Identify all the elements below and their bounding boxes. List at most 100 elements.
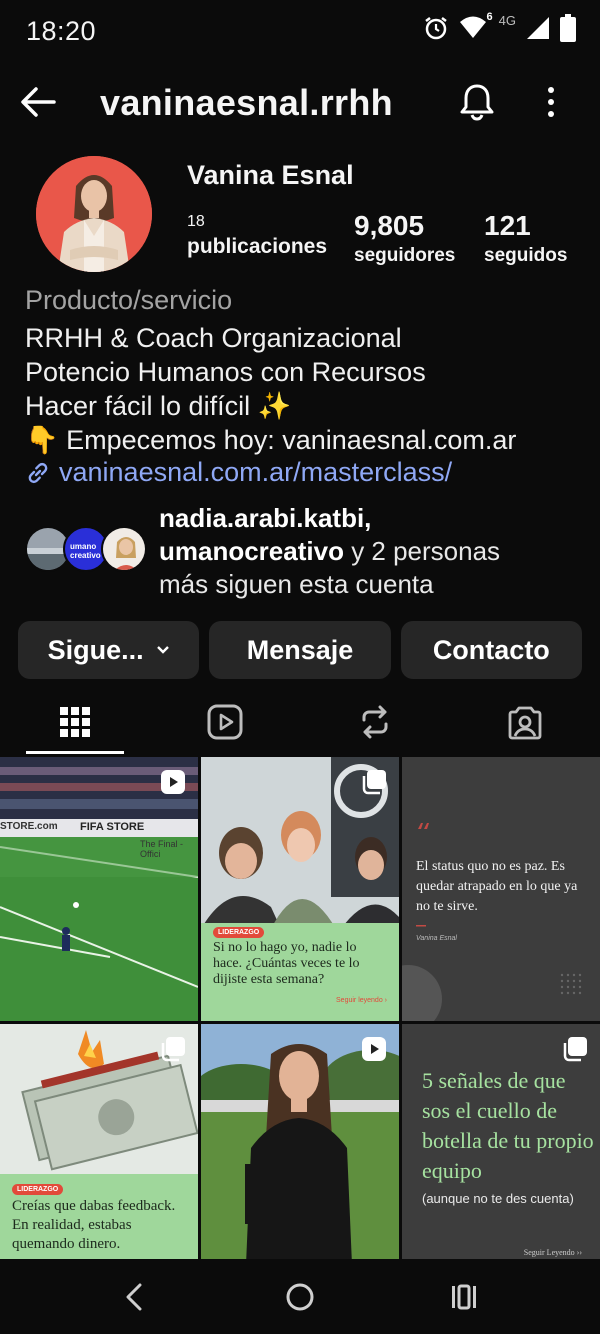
grid-post-person-video[interactable]	[201, 1024, 399, 1288]
carousel-icon	[161, 1037, 185, 1062]
network-label: 4G	[498, 12, 516, 28]
followed-by[interactable]: umano creativo nadia.arabi.katbi, umanoc…	[25, 500, 585, 600]
carousel-badge	[160, 1036, 186, 1062]
followers-stat[interactable]: 9,805 seguidores	[354, 210, 455, 267]
notifications-button[interactable]	[458, 82, 498, 122]
store-label-left: STORE.com	[0, 821, 58, 832]
reel-icon	[161, 770, 185, 794]
contact-button-label: Contacto	[432, 634, 550, 665]
grid-icon	[60, 707, 90, 737]
carousel-badge	[562, 1036, 588, 1062]
status-bar: 18:20 6 4G	[0, 0, 600, 62]
followed-by-rest-a: y 2 personas	[351, 536, 501, 566]
profile-bio: RRHH & Coach Organizacional Potencio Hum…	[25, 321, 516, 457]
tab-reels[interactable]	[150, 690, 300, 754]
reels-icon	[207, 704, 243, 740]
bio-line: Potencio Humanos con Recursos	[25, 357, 426, 387]
grid-post-list[interactable]: 5 señales de que sos el cuello de botell…	[402, 1024, 600, 1288]
tagged-icon	[508, 706, 542, 740]
bio-line: RRHH & Coach Organizacional	[25, 323, 402, 353]
profile-username: vaninaesnal.rrhh	[100, 82, 393, 123]
reposts-icon	[362, 705, 388, 739]
back-button[interactable]	[18, 84, 58, 120]
mutual-user-1: nadia.arabi.katbi,	[159, 503, 372, 533]
more-vertical-icon	[548, 87, 554, 117]
post-quote: El status quo no es paz. Es quedar atrap…	[416, 859, 578, 914]
tab-reposts[interactable]	[300, 690, 450, 754]
status-icons: 6 4G	[423, 11, 576, 42]
link-icon	[28, 462, 48, 483]
profile-full-name: Vanina Esnal	[187, 160, 354, 190]
grid-post-money[interactable]: LIDERAZGO Creías que dabas feedback. En …	[0, 1024, 198, 1288]
contact-button[interactable]: Contacto	[400, 621, 582, 679]
bio-line: Hacer fácil lo difícil ✨	[25, 391, 292, 421]
store-label: FIFA STORE	[80, 821, 145, 833]
recents-nav-icon	[452, 1284, 476, 1310]
following-count: 121	[484, 210, 531, 241]
post-caption: Creías que dabas feedback. En realidad, …	[12, 1198, 176, 1252]
post-tag: LIDERAZGO	[213, 927, 265, 938]
active-tab-indicator	[26, 751, 124, 754]
wifi-icon: 6	[459, 11, 493, 41]
back-arrow-icon	[21, 87, 56, 117]
following-label: seguidos	[484, 245, 568, 266]
profile-link-text: vaninaesnal.com.ar/masterclass/	[59, 457, 453, 487]
carousel-badge	[361, 769, 387, 795]
reel-icon	[362, 1037, 386, 1061]
profile-avatar[interactable]	[36, 156, 152, 272]
carousel-icon	[563, 1037, 587, 1062]
following-stat[interactable]: 121 seguidos	[484, 210, 567, 267]
signal-icon	[527, 17, 549, 39]
posts-stat[interactable]: 18 publicaciones	[187, 213, 327, 259]
following-button-label: Sigue...	[47, 634, 144, 665]
posts-grid: STORE.com FIFA STORE The Final - Offici …	[0, 757, 600, 1288]
profile-category: Producto/servicio	[25, 285, 233, 315]
nav-home-button[interactable]	[282, 1281, 318, 1313]
profile-header: vaninaesnal.rrhh	[0, 70, 600, 136]
store-label-right: The Final - Offici	[140, 839, 184, 859]
nav-back-button[interactable]	[118, 1281, 154, 1313]
nav-recents-button[interactable]	[446, 1281, 482, 1313]
grid-post-quote[interactable]: El status quo no es paz. Es quedar atrap…	[402, 757, 600, 1021]
post-author: Vanina Esnal	[416, 935, 457, 942]
status-time: 18:20	[26, 16, 97, 46]
bio-line: 👇 Empecemos hoy: vaninaesnal.com.ar	[25, 425, 517, 455]
reel-badge	[361, 1036, 387, 1062]
back-nav-icon	[126, 1283, 142, 1311]
followed-by-text: nadia.arabi.katbi, umanocreativo y 2 per…	[159, 502, 500, 601]
post-cta: Seguir leyendo ›	[336, 997, 387, 1004]
profile-link[interactable]: vaninaesnal.com.ar/masterclass/	[25, 457, 452, 488]
post-tag: LIDERAZGO	[12, 1184, 64, 1195]
carousel-icon	[362, 770, 386, 795]
wifi-badge: 6	[486, 11, 493, 23]
post-cta: Seguir Leyendo ››	[523, 1248, 582, 1257]
grid-post-meeting[interactable]: LIDERAZGO Si no lo hago yo, nadie lo hac…	[201, 757, 399, 1021]
message-button-label: Mensaje	[246, 634, 354, 665]
mutual-avatars: umano creativo	[25, 526, 149, 572]
reel-badge	[160, 769, 186, 795]
tab-posts[interactable]	[0, 690, 150, 754]
tab-tagged[interactable]	[450, 690, 600, 754]
post-title: 5 señales de que sos el cuello de botell…	[422, 1068, 594, 1183]
mutual-avatar	[101, 526, 147, 572]
posts-label: publicaciones	[187, 235, 328, 258]
mutual-user-2: umanocreativo	[159, 536, 344, 566]
profile-actions: Sigue... Mensaje Contacto	[18, 621, 582, 679]
followers-label: seguidores	[354, 245, 456, 266]
battery-icon	[560, 14, 576, 42]
followers-count: 9,805	[354, 210, 425, 241]
followed-by-rest-b: más siguen esta cuenta	[159, 569, 434, 599]
more-options-button[interactable]	[537, 84, 565, 120]
chevron-down-icon	[156, 646, 169, 654]
post-subtitle: (aunque no te des cuenta)	[422, 1191, 574, 1206]
alarm-icon	[424, 17, 447, 40]
system-nav-bar	[0, 1259, 600, 1334]
post-caption: Si no lo hago yo, nadie lo hace. ¿Cuánta…	[213, 940, 360, 987]
content-tabs	[0, 690, 600, 754]
home-nav-icon	[286, 1283, 314, 1311]
message-button[interactable]: Mensaje	[209, 621, 391, 679]
grid-post-football-video[interactable]: STORE.com FIFA STORE The Final - Offici	[0, 757, 198, 1021]
posts-count: 18	[187, 213, 205, 230]
bell-icon	[460, 84, 494, 121]
following-button[interactable]: Sigue...	[18, 621, 200, 679]
